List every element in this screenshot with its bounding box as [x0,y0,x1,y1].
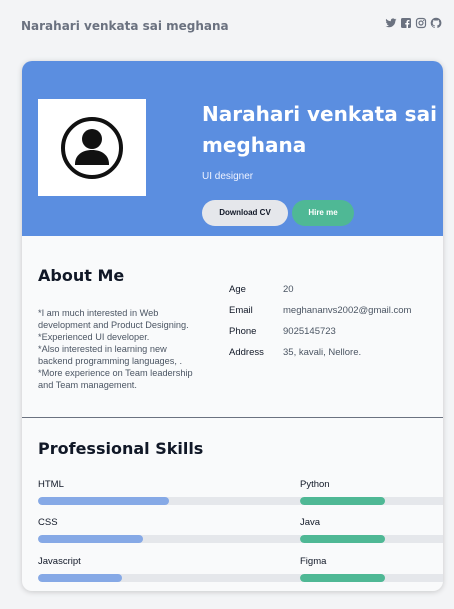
skill-bar-track [300,535,443,543]
profile-card: Narahari venkata sai meghana UI designer… [22,61,443,591]
skill-bar-fill [38,574,122,582]
skill-python: Python [300,479,443,505]
github-icon[interactable] [430,17,442,29]
social-links [385,17,442,29]
info-value[interactable]: meghananvs2002@gmail.com [283,305,411,316]
skill-bar-fill [38,497,169,505]
profile-name: Narahari venkata sai meghana [202,102,437,157]
info-value: 35, kavali, Nellore. [283,347,362,358]
info-label: Email [229,305,253,316]
info-value: 9025145723 [283,326,336,337]
hire-me-button[interactable]: Hire me [292,200,354,226]
skill-java: Java [300,517,443,543]
skill-name: Java [300,517,321,528]
about-description: *I am much interested in Web development… [38,307,218,391]
hero-section: Narahari venkata sai meghana UI designer… [22,61,443,236]
info-label: Address [229,347,264,358]
about-line: and Team management. [38,380,137,390]
profile-role: UI designer [202,171,254,182]
about-line: *I am much interested in Web [38,308,159,318]
download-cv-button[interactable]: Download CV [202,200,288,226]
instagram-icon[interactable] [415,17,427,29]
skill-bar-fill [38,535,143,543]
skill-name: Python [300,479,330,490]
top-bar: Narahari venkata sai meghana [0,0,454,56]
about-line: *Experienced UI developer. [38,332,150,342]
skill-bar-fill [300,574,385,582]
avatar [38,99,146,196]
skills-title: Professional Skills [38,439,204,458]
about-line: *Also interested in learning new [38,344,167,354]
info-label: Phone [229,326,257,337]
site-name[interactable]: Narahari venkata sai meghana [21,19,229,33]
twitter-icon[interactable] [385,17,397,29]
facebook-icon[interactable] [400,17,412,29]
about-line: *More experience on Team leadership [38,368,193,378]
about-line: development and Product Designing. [38,320,189,330]
skill-figma: Figma [300,556,443,582]
skill-bar-track [300,574,443,582]
skill-bar-fill [300,497,385,505]
user-avatar-icon [61,117,123,179]
about-title: About Me [38,266,125,285]
skill-name: Figma [300,556,327,567]
skill-bar-fill [300,535,385,543]
info-label: Age [229,284,246,295]
skill-bar-track [300,497,443,505]
about-line: backend programming languages, . [38,356,183,366]
info-value: 20 [283,284,294,295]
section-divider [22,417,443,418]
